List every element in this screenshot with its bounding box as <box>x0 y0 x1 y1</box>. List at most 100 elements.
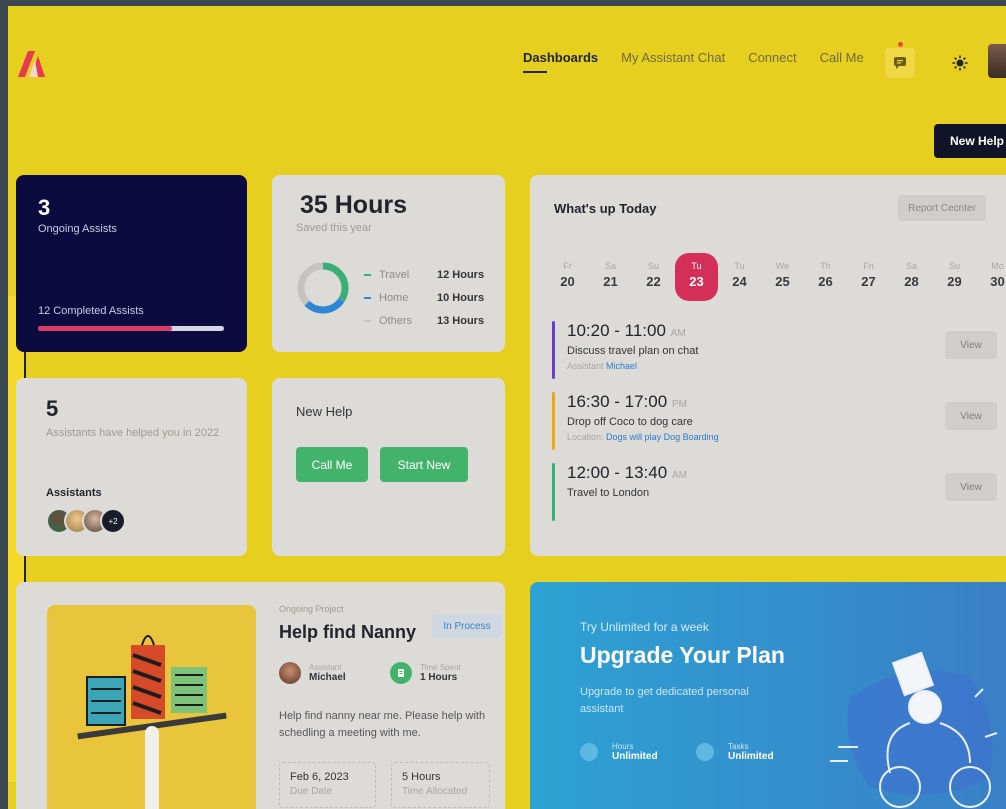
day-22[interactable]: Su 22 <box>632 253 675 301</box>
feature-hours: Hours Unlimited <box>580 742 658 762</box>
legend-mark <box>364 319 371 322</box>
event-color-bar <box>552 463 555 521</box>
legend-row: Others 13 Hours <box>364 309 484 332</box>
day-date: 25 <box>775 274 790 289</box>
project-label: Ongoing Project <box>279 604 344 614</box>
project-title: Help find Nanny <box>279 622 417 642</box>
legend-mark <box>364 296 371 299</box>
completed-progress-bar <box>38 326 224 331</box>
day-28[interactable]: Sa 28 <box>890 253 933 301</box>
cyclist-illustration <box>830 651 998 808</box>
status-badge: In Process <box>432 614 502 638</box>
clock-icon <box>390 662 412 684</box>
day-date: 27 <box>861 274 876 289</box>
event-time: 12:00 - 13:40 AM <box>567 463 687 482</box>
time-allocated-box: 5 Hours Time Allocated <box>391 762 490 808</box>
main-nav: Dashboards My Assistant Chat Connect Cal… <box>523 50 864 73</box>
day-name: Fri <box>863 261 874 271</box>
upgrade-desc: Upgrade to get dedicated personal assist… <box>580 686 749 715</box>
chat-icon <box>894 57 906 69</box>
legend-value: 13 Hours <box>437 314 485 327</box>
start-new-button[interactable]: Start New <box>380 447 468 482</box>
event-view-button[interactable]: View <box>945 402 997 430</box>
day-20[interactable]: Fr 20 <box>546 253 589 301</box>
event-color-bar <box>552 321 555 379</box>
sun-icon <box>952 55 968 71</box>
brand-logo[interactable] <box>16 50 50 78</box>
more-assistants-badge[interactable]: +2 <box>100 508 126 534</box>
day-25[interactable]: We 25 <box>761 253 804 301</box>
new-help-button[interactable]: New Help <box>934 124 1006 158</box>
day-date: 26 <box>818 274 833 289</box>
legend-label: Travel <box>379 268 410 281</box>
time-allocated-label: Time Allocated <box>402 786 468 797</box>
tasks-icon <box>696 743 714 761</box>
event-meta-link[interactable]: Michael <box>606 361 637 371</box>
time-allocated-value: 5 Hours <box>402 771 441 783</box>
assistant-avatars: +2 <box>46 508 126 534</box>
due-date-value: Feb 6, 2023 <box>290 771 349 783</box>
legend-row: Travel 12 Hours <box>364 263 484 286</box>
today-title: What's up Today <box>554 201 657 216</box>
today-schedule-card: What's up Today Report Cecnter Fr 20 Sa 21 S… <box>530 175 1006 556</box>
day-26[interactable]: Th 26 <box>804 253 847 301</box>
ongoing-assists-card: 3 Ongoing Assists 12 Completed Assists <box>16 175 247 352</box>
call-me-button[interactable]: Call Me <box>296 447 368 482</box>
hours-donut-chart <box>297 262 349 314</box>
event-meta: Assistant Michael <box>567 361 638 371</box>
due-date-label: Due Date <box>290 786 333 797</box>
event-view-button[interactable]: View <box>945 331 997 359</box>
day-name: Th <box>820 261 831 271</box>
new-help-title: New Help <box>296 404 353 419</box>
user-avatar[interactable] <box>988 44 1006 78</box>
hours-title: 35 Hours <box>300 191 407 219</box>
nav-dashboards[interactable]: Dashboards <box>523 50 598 73</box>
nav-connect[interactable]: Connect <box>748 50 796 65</box>
assistants-card: 5 Assistants have helped you in 2022 Ass… <box>16 378 247 556</box>
legend-label: Others <box>379 314 413 327</box>
day-27[interactable]: Fri 27 <box>847 253 890 301</box>
event-time: 16:30 - 17:00 PM <box>567 392 687 411</box>
day-name: Fr <box>563 261 572 271</box>
day-date: 22 <box>646 274 661 289</box>
event-view-button[interactable]: View <box>945 473 997 501</box>
project-assistant: Assistant Michael <box>279 662 346 684</box>
legend-mark <box>364 273 371 276</box>
day-date: 30 <box>990 274 1005 289</box>
project-description: Help find nanny near me. Please help wit… <box>279 710 486 739</box>
hours-subtitle: Saved this year <box>296 222 372 234</box>
day-21[interactable]: Sa 21 <box>589 253 632 301</box>
feature-tasks: Tasks Unlimited <box>696 742 774 762</box>
hours-saved-card: 35 Hours Saved this year Travel 12 Hours … <box>272 175 505 352</box>
theme-toggle-button[interactable] <box>945 48 975 78</box>
day-name: Su <box>647 261 659 271</box>
day-24[interactable]: Tu 24 <box>718 253 761 301</box>
day-date: 24 <box>732 274 747 289</box>
ongoing-label: Ongoing Assists <box>38 223 117 235</box>
day-date: 29 <box>947 274 962 289</box>
event-meta-link[interactable]: Dogs will play Dog Boarding <box>606 432 719 442</box>
legend-label: Home <box>379 291 409 304</box>
day-name: Su <box>948 261 960 271</box>
time-spent-label: Time Spent <box>420 663 461 672</box>
event-time: 10:20 - 11:00 AM <box>567 321 686 340</box>
day-23[interactable]: Tu 23 <box>675 253 718 301</box>
progress-fill <box>38 326 172 331</box>
legend-row: Home 10 Hours <box>364 286 484 309</box>
day-date: 21 <box>603 274 618 289</box>
assistants-label: Assistants <box>46 487 102 499</box>
event-desc: Discuss travel plan on chat <box>567 345 699 357</box>
day-name: Mo <box>991 261 1004 271</box>
upgrade-plan-card[interactable]: Try Unlimited for a week Upgrade Your Pl… <box>530 582 1006 809</box>
nav-call-me[interactable]: Call Me <box>820 50 864 65</box>
day-30[interactable]: Mo 30 <box>976 253 1006 301</box>
legend-value: 12 Hours <box>437 268 485 281</box>
day-29[interactable]: Su 29 <box>933 253 976 301</box>
legend-value: 10 Hours <box>437 291 485 304</box>
ongoing-project-card: Ongoing Project Help find Nanny In Proce… <box>16 582 505 809</box>
event-color-bar <box>552 392 555 450</box>
ongoing-count: 3 <box>38 195 51 220</box>
nav-assistant-chat[interactable]: My Assistant Chat <box>621 50 725 65</box>
messages-button[interactable] <box>885 42 915 78</box>
report-center-button[interactable]: Report Cecnter <box>898 195 986 221</box>
